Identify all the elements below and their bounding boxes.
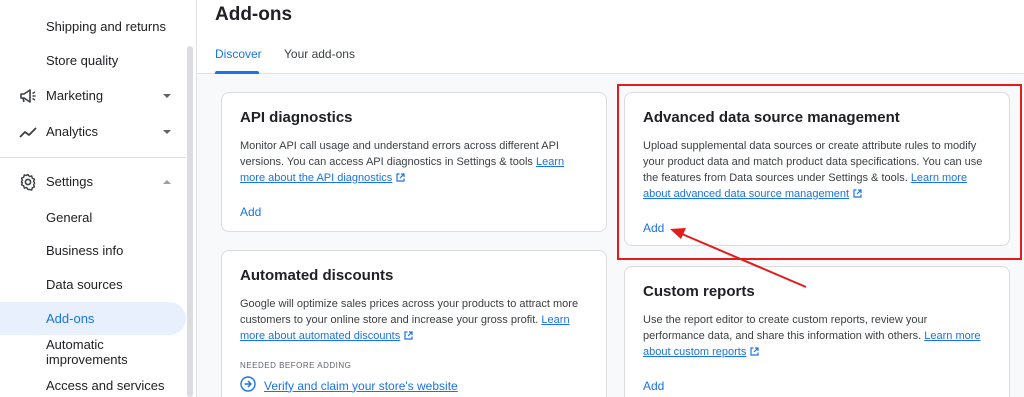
tab-your-add-ons[interactable]: Your add-ons: [284, 47, 355, 61]
sidebar-item-label: Settings: [46, 174, 93, 189]
sidebar-item-analytics[interactable]: Analytics: [0, 115, 186, 148]
automated-discounts-card: Automated discounts Google will optimize…: [221, 250, 607, 397]
sidebar-divider: [0, 157, 186, 158]
open-in-new-icon: [750, 345, 759, 361]
card-description-text: Use the report editor to create custom r…: [643, 314, 928, 342]
card-title: Advanced data source management: [643, 109, 900, 126]
sidebar-item-marketing[interactable]: Marketing: [0, 79, 186, 112]
prerequisite-heading: NEEDED BEFORE ADDING: [240, 361, 352, 370]
add-api-diagnostics-button[interactable]: Add: [240, 205, 261, 219]
sidebar-item-general[interactable]: General: [0, 201, 186, 234]
sidebar-item-label: Store quality: [46, 53, 119, 68]
arrow-circle-right-icon: [240, 376, 256, 395]
card-description: Upload supplemental data sources or crea…: [643, 138, 991, 203]
card-title: Automated discounts: [240, 267, 394, 284]
add-advanced-data-source-management-button[interactable]: Add: [643, 221, 664, 235]
sidebar-item-label: Add-ons: [46, 311, 95, 326]
sidebar-item-label: Marketing: [46, 88, 104, 103]
trending-up-icon: [18, 122, 38, 142]
open-in-new-icon: [853, 187, 862, 203]
chevron-down-icon: [160, 93, 174, 99]
chevron-down-icon: [160, 129, 174, 135]
sidebar-item-label: Data sources: [46, 277, 123, 292]
card-description-text: Monitor API call usage and understand er…: [240, 140, 559, 168]
sidebar-item-label: Shipping and returns: [46, 19, 166, 34]
prerequisite-row: Verify and claim your store's website: [240, 376, 588, 395]
sidebar-item-automatic-improvements[interactable]: Automatic improvements: [0, 335, 186, 368]
advanced-data-source-management-card: Advanced data source management Upload s…: [624, 92, 1010, 246]
add-custom-reports-button[interactable]: Add: [643, 379, 664, 393]
card-title: API diagnostics: [240, 109, 353, 126]
sidebar-item-access-and-services[interactable]: Access and services: [0, 369, 186, 397]
custom-reports-card: Custom reports Use the report editor to …: [624, 266, 1010, 397]
gear-icon: [18, 172, 38, 192]
sidebar: Shipping and returns Store quality Marke…: [0, 0, 196, 397]
sidebar-item-add-ons[interactable]: Add-ons: [0, 302, 186, 335]
verify-website-link[interactable]: Verify and claim your store's website: [264, 379, 458, 393]
active-tab-indicator: [215, 71, 259, 74]
sidebar-item-business-info[interactable]: Business info: [0, 234, 186, 267]
chevron-up-icon: [160, 179, 174, 185]
card-description: Monitor API call usage and understand er…: [240, 138, 588, 187]
card-description-text: Google will optimize sales prices across…: [240, 298, 579, 326]
card-description: Google will optimize sales prices across…: [240, 296, 588, 345]
main-content: Add-ons Discover Your add-ons API diagno…: [196, 0, 1024, 397]
sidebar-item-store-quality[interactable]: Store quality: [0, 44, 186, 77]
sidebar-item-label: Analytics: [46, 124, 99, 139]
sidebar-item-label: Access and services: [46, 378, 165, 393]
sidebar-item-label: Automatic improvements: [46, 336, 128, 367]
sidebar-scrollbar[interactable]: [187, 46, 193, 397]
open-in-new-icon: [396, 171, 405, 187]
megaphone-icon: [18, 86, 38, 106]
card-title: Custom reports: [643, 283, 755, 300]
sidebar-item-label: Business info: [46, 243, 124, 258]
open-in-new-icon: [404, 329, 413, 345]
api-diagnostics-card: API diagnostics Monitor API call usage a…: [221, 92, 607, 232]
sidebar-item-label: General: [46, 210, 93, 225]
page-title: Add-ons: [215, 4, 293, 25]
page-header: Add-ons Discover Your add-ons: [197, 0, 1024, 74]
sidebar-item-data-sources[interactable]: Data sources: [0, 268, 186, 301]
sidebar-item-settings[interactable]: Settings: [0, 165, 186, 198]
sidebar-item-shipping-and-returns[interactable]: Shipping and returns: [0, 10, 186, 43]
tab-discover[interactable]: Discover: [215, 47, 262, 61]
card-description: Use the report editor to create custom r…: [643, 312, 991, 361]
